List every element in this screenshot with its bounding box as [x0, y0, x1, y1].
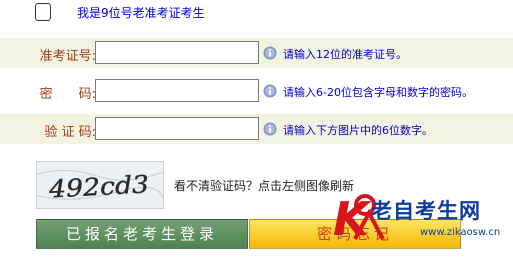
exam-number-hint: 请输入12位的准考证号。: [283, 48, 407, 61]
old-candidate-checkbox[interactable]: [35, 3, 51, 21]
info-icon: [263, 84, 277, 98]
password-label: 密 码:: [39, 87, 96, 102]
captcha-graphic: 492cd3: [36, 170, 164, 204]
captcha-refresh-text[interactable]: 看不清验证码？点击左侧图像刷新: [174, 177, 354, 194]
info-icon: [263, 46, 277, 60]
site-logo-brand: 老自考生网: [371, 199, 481, 223]
captcha-hint: 请输入下方图片中的6位数字。: [283, 124, 433, 137]
captcha-row: 验 证 码: 请输入下方图片中的6位数字。: [0, 114, 513, 144]
password-input[interactable]: [95, 79, 259, 102]
captcha-input[interactable]: [95, 117, 259, 140]
captcha-text: 492cd3: [47, 170, 149, 203]
site-logo-url: www.zikaosw.cn: [420, 227, 501, 238]
password-hint: 请输入6-20位包含字母和数字的密码。: [283, 86, 473, 99]
exam-number-input[interactable]: [95, 41, 259, 64]
exam-number-row: 准考证号: 请输入12位的准考证号。: [0, 38, 513, 68]
registered-login-button[interactable]: 已报名老考生登录: [36, 219, 248, 249]
captcha-label: 验 证 码:: [44, 125, 96, 140]
password-row: 密 码: 请输入6-20位包含字母和数字的密码。: [0, 76, 513, 106]
exam-number-label: 准考证号:: [39, 49, 96, 64]
info-icon: [263, 122, 277, 136]
old-candidate-label: 我是9位号老准考证考生: [77, 6, 205, 20]
captcha-image[interactable]: 492cd3: [36, 161, 164, 209]
